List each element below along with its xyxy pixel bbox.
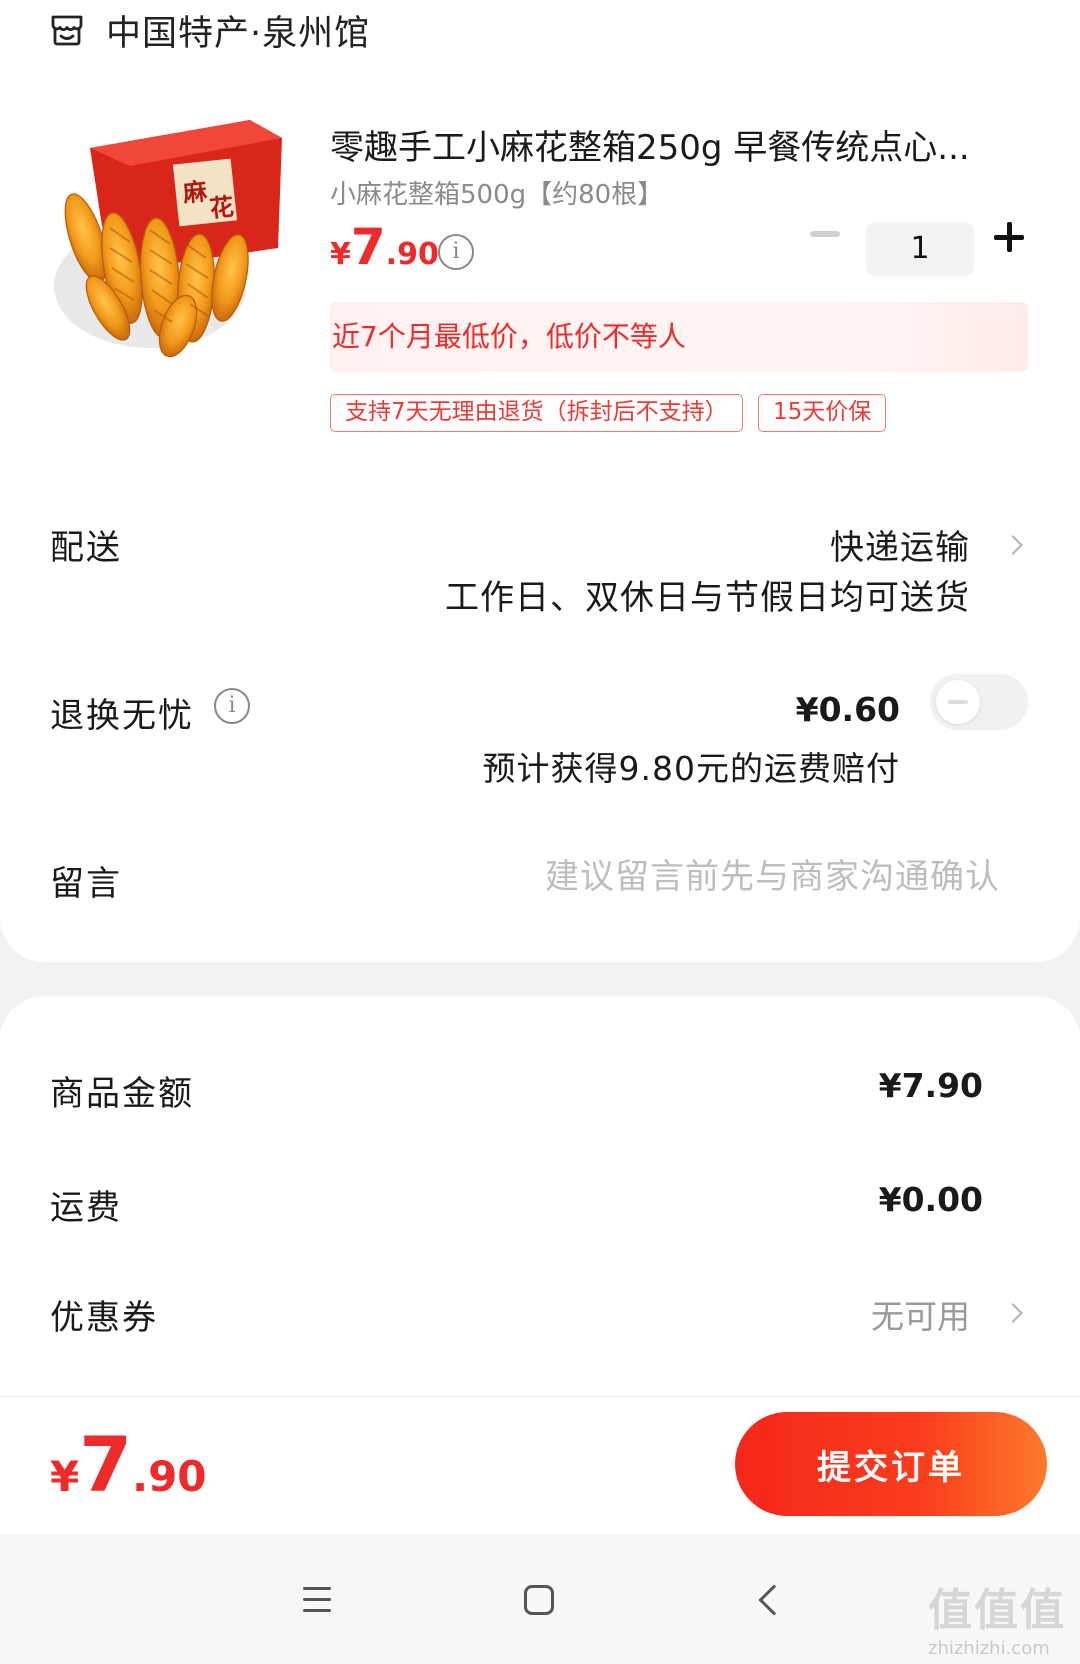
menu-icon[interactable] xyxy=(303,1587,331,1613)
product-title[interactable]: 零趣手工小麻花整箱250g 早餐传统点心... xyxy=(330,120,1030,169)
shop-icon xyxy=(51,15,83,46)
return-service-toggle[interactable] xyxy=(930,674,1028,730)
system-nav-bar: 值值值 zhizhizhi.com xyxy=(0,1534,1080,1664)
goods-amount-value: ¥7.90 xyxy=(878,1066,983,1105)
return-policy-tag: 支持7天无理由退货（拆封后不支持） xyxy=(330,394,743,432)
home-icon[interactable] xyxy=(524,1585,554,1615)
message-label: 留言 xyxy=(50,864,122,904)
watermark-logo: 值值值 xyxy=(928,1585,1066,1636)
goods-amount-label: 商品金额 xyxy=(50,1074,194,1114)
product-image[interactable]: 麻 花 xyxy=(50,118,298,368)
total-price: ¥ 7 .90 xyxy=(50,1427,207,1503)
info-icon[interactable]: i xyxy=(214,688,250,724)
order-card: 中国特产·泉州馆 麻 花 零趣手工小麻花整箱250g 早餐传统点心... 小麻花… xyxy=(0,0,1080,962)
watermark: 值值值 zhizhizhi.com xyxy=(928,1574,1066,1659)
shipping-fee-value: ¥0.00 xyxy=(878,1180,983,1219)
delivery-method[interactable]: 快递运输 xyxy=(830,520,970,569)
coupon-label: 优惠券 xyxy=(50,1298,158,1338)
product-price: ¥ 7 .90 xyxy=(330,222,439,272)
toggle-knob xyxy=(936,680,980,724)
info-icon[interactable]: i xyxy=(438,234,474,270)
price-protection-tag: 15天价保 xyxy=(758,394,887,432)
return-service-price: ¥0.60 xyxy=(795,690,900,729)
watermark-url: zhizhizhi.com xyxy=(928,1638,1050,1659)
product-spec[interactable]: 小麻花整箱500g【约80根】 xyxy=(330,174,663,211)
total-currency: ¥ xyxy=(50,1452,80,1501)
quantity-stepper[interactable]: 1 xyxy=(866,222,974,276)
price-integer: 7 xyxy=(350,218,386,276)
return-service-note: 预计获得9.80元的运费赔付 xyxy=(482,749,900,788)
checkout-bar: ¥ 7 .90 提交订单 xyxy=(0,1396,1080,1534)
shop-name: 中国特产·泉州馆 xyxy=(106,13,371,54)
back-icon[interactable] xyxy=(758,1584,790,1616)
return-service-label: 退换无忧 xyxy=(50,696,194,736)
message-input[interactable] xyxy=(480,852,1000,902)
total-integer: 7 xyxy=(79,1420,133,1509)
svg-text:麻: 麻 xyxy=(181,177,210,208)
low-price-banner: 近7个月最低价，低价不等人 xyxy=(330,302,1028,372)
svg-text:花: 花 xyxy=(208,193,235,223)
shop-header[interactable]: 中国特产·泉州馆 xyxy=(48,6,370,54)
price-currency: ¥ xyxy=(330,237,351,272)
submit-order-button[interactable]: 提交订单 xyxy=(735,1412,1047,1516)
shipping-fee-label: 运费 xyxy=(50,1188,122,1228)
decrease-quantity-button[interactable] xyxy=(810,231,840,237)
delivery-note: 工作日、双休日与节假日均可送货 xyxy=(445,578,970,618)
total-decimal: .90 xyxy=(132,1452,207,1501)
increase-quantity-button[interactable] xyxy=(994,222,1026,254)
coupon-value[interactable]: 无可用 xyxy=(871,1290,970,1338)
delivery-label: 配送 xyxy=(50,528,122,568)
chevron-right-icon[interactable] xyxy=(1003,535,1023,555)
price-decimal: .90 xyxy=(385,237,439,272)
